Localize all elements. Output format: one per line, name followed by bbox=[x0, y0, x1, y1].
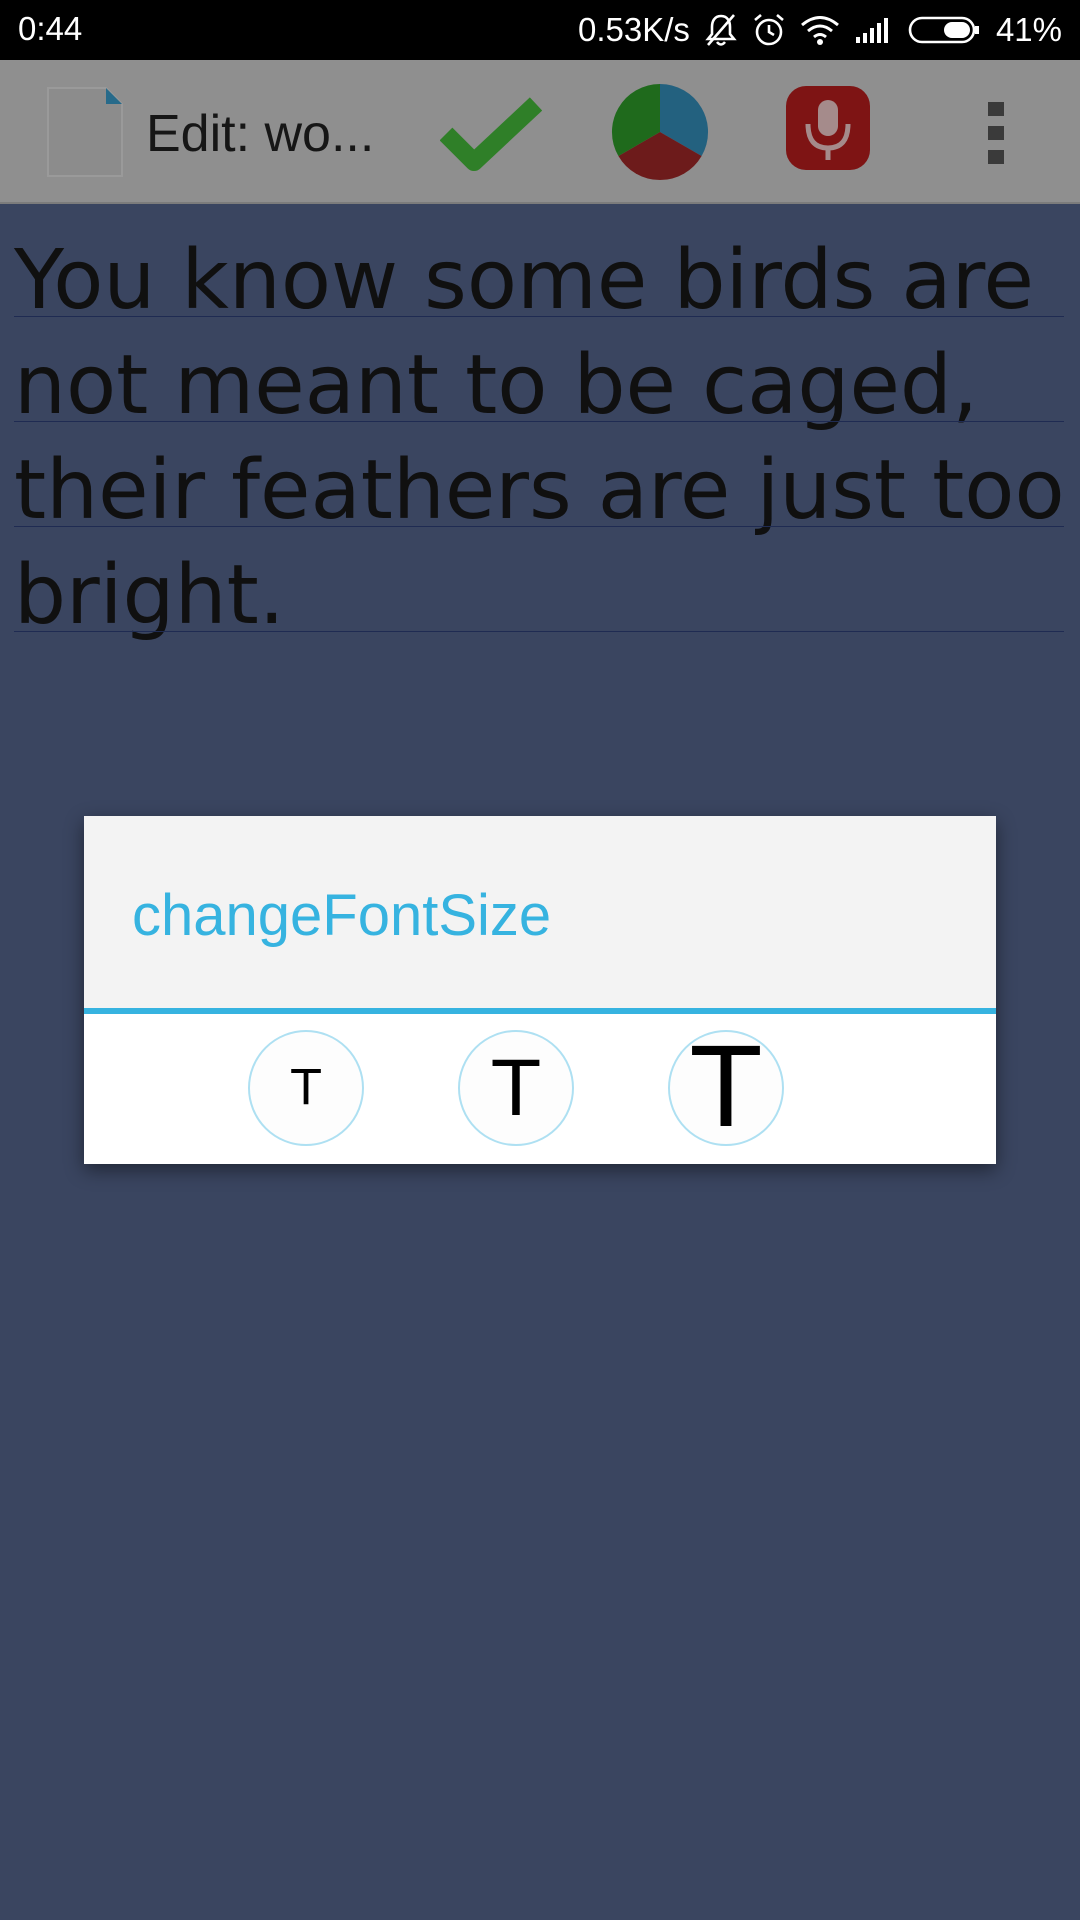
status-time: 0:44 bbox=[18, 10, 83, 47]
signal-icon bbox=[854, 15, 894, 45]
rule-line bbox=[14, 421, 1064, 422]
status-bar: 0:44 0.53K/s 41% bbox=[0, 0, 1080, 60]
wifi-icon bbox=[800, 14, 840, 46]
editor-text[interactable]: You know some birds are not meant to be … bbox=[14, 228, 1066, 648]
dialog-divider bbox=[84, 1008, 996, 1014]
more-vert-icon[interactable] bbox=[988, 102, 1004, 168]
rule-line bbox=[14, 316, 1064, 317]
battery-icon bbox=[908, 15, 982, 45]
battery-percent: 41% bbox=[995, 11, 1062, 48]
change-font-size-dialog: changeFontSize T T T bbox=[84, 816, 996, 1164]
document-icon[interactable] bbox=[44, 84, 126, 184]
microphone-icon[interactable] bbox=[784, 84, 872, 180]
checkmark-icon[interactable] bbox=[439, 96, 543, 176]
document-title: Edit: wo... bbox=[146, 105, 375, 163]
network-speed: 0.53K/s bbox=[578, 11, 690, 48]
dialog-title: changeFontSize bbox=[132, 883, 552, 948]
status-right: 0.53K/s 41% bbox=[578, 0, 1062, 60]
font-size-medium-button[interactable]: T bbox=[458, 1030, 574, 1146]
alarm-icon bbox=[752, 12, 786, 48]
rule-line bbox=[14, 631, 1064, 632]
dialog-header: changeFontSize bbox=[84, 816, 996, 1008]
rule-line bbox=[14, 526, 1064, 527]
pie-chart-icon[interactable] bbox=[610, 82, 710, 186]
action-bar: Edit: wo... bbox=[0, 60, 1080, 204]
font-size-large-button[interactable]: T bbox=[668, 1030, 784, 1146]
bell-muted-icon bbox=[704, 12, 738, 48]
font-size-small-button[interactable]: T bbox=[248, 1030, 364, 1146]
